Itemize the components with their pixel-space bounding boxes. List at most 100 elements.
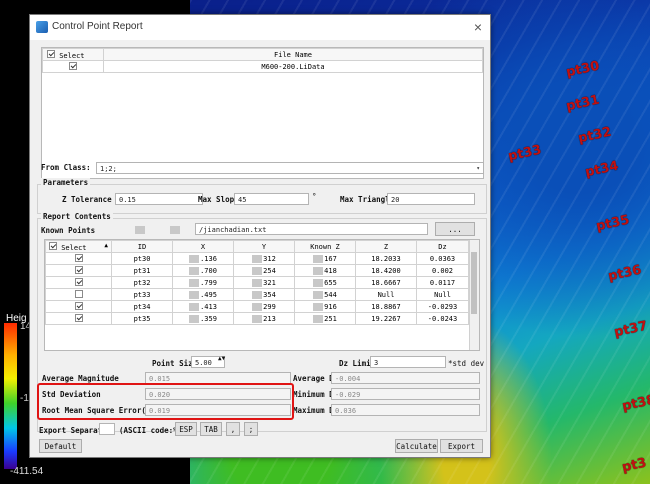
window-title: Control Point Report: [52, 21, 143, 32]
table-row[interactable]: pt35 .359 213 251 19.2267 -0.0243: [45, 312, 469, 325]
calculate-button[interactable]: Calculate: [395, 439, 438, 453]
col-header-y[interactable]: Y: [233, 240, 295, 253]
cell-known-z: 544: [294, 288, 356, 301]
tab-button[interactable]: TAB: [200, 422, 222, 436]
title-bar: Control Point Report ×: [30, 15, 490, 40]
cell-value: 299: [263, 302, 276, 311]
cell-x: .495: [172, 288, 234, 301]
select-all-points-checkbox[interactable]: [49, 241, 57, 250]
cell-dz: -0.0293: [416, 300, 469, 313]
file-header-name[interactable]: File Name: [103, 48, 483, 61]
cell-value: Null: [434, 290, 451, 299]
cell-z: 19.2267: [355, 312, 417, 325]
esp-button[interactable]: ESP: [175, 422, 197, 436]
z-tolerance-input[interactable]: 0.15: [115, 193, 203, 205]
report-contents-group-title: Report Contents: [41, 212, 113, 221]
table-row[interactable]: pt33 .495 354 544 Null Null: [45, 288, 469, 301]
from-class-select[interactable]: 1;2; ▾: [96, 162, 484, 174]
col-header-known-z[interactable]: Known Z: [294, 240, 356, 253]
export-button[interactable]: Export: [440, 439, 483, 453]
cell-value: 167: [324, 254, 337, 263]
redacted-value: [313, 266, 324, 275]
scrollbar-thumb[interactable]: [471, 252, 477, 314]
select-all-files-checkbox[interactable]: [47, 49, 55, 58]
control-points-table-container: Select ▲ ID X Y Known Z Z Dz pt30 .136 312…: [44, 239, 480, 351]
chevron-down-icon: ▾: [476, 165, 480, 172]
browse-button[interactable]: ...: [435, 222, 475, 236]
cell-x: .700: [172, 264, 234, 277]
cell-value: 312: [263, 254, 276, 263]
cell-select: [45, 312, 112, 325]
redacted-value: [189, 302, 200, 311]
col-header-x[interactable]: X: [172, 240, 234, 253]
table-row[interactable]: pt30 .136 312 167 18.2033 0.0363: [45, 252, 469, 265]
file-header-select[interactable]: Select: [42, 48, 104, 61]
cell-dz: 0.002: [416, 264, 469, 277]
export-separator-input[interactable]: [99, 423, 115, 435]
table-scrollbar[interactable]: [469, 240, 479, 350]
spinner-arrows-icon[interactable]: ▲▼: [218, 355, 225, 362]
cell-value: 544: [324, 290, 337, 299]
redacted-value: [189, 254, 200, 263]
comma-button[interactable]: ,: [226, 422, 240, 436]
from-class-value: 1;2;: [100, 165, 117, 173]
cell-select: [45, 300, 112, 313]
cell-z: 18.2033: [355, 252, 417, 265]
col-header-z[interactable]: Z: [355, 240, 417, 253]
control-points-table: Select ▲ ID X Y Known Z Z Dz pt30 .136 312…: [45, 240, 469, 325]
file-row[interactable]: M600-200.LiData: [42, 60, 483, 73]
cell-value: -0.0243: [427, 314, 458, 323]
redacted-path-part: [170, 226, 180, 234]
cell-y: 312: [233, 252, 295, 265]
row-checkbox[interactable]: [74, 277, 83, 286]
max-triangle-input[interactable]: 20: [387, 193, 475, 205]
table-row[interactable]: pt32 .799 321 655 18.6667 0.0117: [45, 276, 469, 289]
redacted-value: [189, 314, 200, 323]
col-header-id[interactable]: ID: [111, 240, 173, 253]
cell-select: [45, 288, 112, 301]
cell-value: .700: [200, 266, 217, 275]
std-dev-suffix: *std dev: [448, 359, 485, 368]
cell-known-z: 251: [294, 312, 356, 325]
dz-limit-input[interactable]: 3: [370, 356, 446, 368]
cell-x: .413: [172, 300, 234, 313]
close-icon[interactable]: ×: [474, 19, 482, 35]
cell-dz: 0.0117: [416, 276, 469, 289]
cell-value: 18.4200: [371, 266, 401, 275]
cell-value: -0.0293: [427, 302, 458, 311]
cell-value: 418: [324, 266, 337, 275]
max-slope-input[interactable]: 45: [234, 193, 309, 205]
cell-value: .799: [200, 278, 217, 287]
known-points-path-input[interactable]: /jianchadian.txt: [195, 223, 428, 235]
cell-dz: -0.0243: [416, 312, 469, 325]
cell-id: pt30: [111, 252, 173, 265]
row-checkbox[interactable]: [74, 253, 83, 262]
default-button[interactable]: Default: [39, 439, 82, 453]
cell-value: 19.2267: [371, 314, 401, 323]
cell-value: 354: [263, 290, 276, 299]
table-row[interactable]: pt31 .700 254 418 18.4200 0.002: [45, 264, 469, 277]
cell-select: [45, 252, 112, 265]
row-checkbox[interactable]: [74, 265, 83, 274]
row-checkbox[interactable]: [74, 289, 83, 298]
row-checkbox[interactable]: [74, 313, 83, 322]
redacted-value: [252, 266, 263, 275]
cell-x: .359: [172, 312, 234, 325]
row-checkbox[interactable]: [74, 301, 83, 310]
degree-symbol: °: [312, 192, 317, 201]
cell-value: .413: [200, 302, 217, 311]
cell-y: 354: [233, 288, 295, 301]
col-header-select-label: Select: [61, 243, 87, 252]
table-row[interactable]: pt34 .413 299 916 18.8867 -0.0293: [45, 300, 469, 313]
elevation-colorbar: [4, 323, 17, 469]
cell-id: pt33: [111, 288, 173, 301]
col-header-select[interactable]: Select ▲: [45, 240, 112, 253]
redacted-path-part: [135, 226, 145, 234]
redacted-value: [313, 290, 324, 299]
file-checkbox[interactable]: [69, 61, 77, 70]
col-header-dz[interactable]: Dz: [416, 240, 469, 253]
sort-up-icon: ▲: [104, 241, 108, 249]
cell-id: pt32: [111, 276, 173, 289]
z-tolerance-label: Z Tolerance: [62, 195, 112, 204]
semicolon-button[interactable]: ;: [244, 422, 258, 436]
